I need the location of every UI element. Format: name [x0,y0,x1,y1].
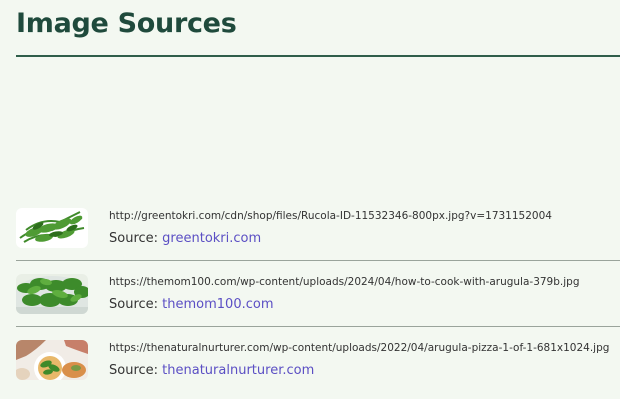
source-label: Source: [109,363,159,378]
title-divider [16,55,620,57]
source-line: Source: greentokri.com [109,231,261,246]
source-link[interactable]: greentokri.com [162,231,261,246]
source-item: http://greentokri.com/cdn/shop/files/Ruc… [0,200,620,264]
source-line: Source: thenaturalnurturer.com [109,363,314,378]
source-link[interactable]: themom100.com [162,297,273,312]
source-line: Source: themom100.com [109,297,274,312]
source-link[interactable]: thenaturalnurturer.com [162,363,314,378]
image-url: https://thenaturalnurturer.com/wp-conten… [109,342,610,354]
source-label: Source: [109,297,159,312]
source-item: https://themom100.com/wp-content/uploads… [0,266,620,330]
image-url: http://greentokri.com/cdn/shop/files/Ruc… [109,210,552,222]
item-divider [16,260,620,261]
source-item: https://thenaturalnurturer.com/wp-conten… [0,332,620,396]
arugula-bunch-thumbnail[interactable] [16,208,88,248]
item-divider [16,326,620,327]
arugula-salad-thumbnail[interactable] [16,274,88,314]
arugula-pizza-thumbnail[interactable] [16,340,88,380]
image-url: https://themom100.com/wp-content/uploads… [109,276,580,288]
source-label: Source: [109,231,159,246]
page-title: Image Sources [16,8,237,39]
